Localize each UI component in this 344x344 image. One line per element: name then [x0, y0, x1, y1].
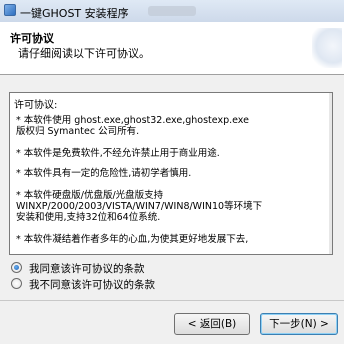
wizard-header: 许可协议 请仔细阅读以下许可协议。 [0, 22, 344, 75]
license-item-1-line-1: * 本软件使用 ghost.exe,ghost32.exe,ghostexp.e… [16, 115, 249, 126]
accept-label[interactable]: 我同意该许可协议的条款 [29, 261, 145, 276]
license-item-2: * 本软件是免费软件,不经允许禁止用于商业用途. [16, 148, 220, 159]
license-item-4-line-1: * 本软件硬盘版/优盘版/光盘版支持 [16, 190, 164, 201]
decline-label[interactable]: 我不同意该许可协议的条款 [29, 277, 155, 292]
next-button[interactable]: 下一步(N) > [260, 313, 338, 335]
header-logo-icon [312, 28, 342, 68]
license-item-3: * 本软件具有一定的危险性,请初学者慎用. [16, 168, 192, 179]
license-item-4-line-2: WINXP/2000/2003/VISTA/WIN7/WIN8/WIN10等环境… [16, 201, 263, 212]
license-heading: 许可协议: [14, 100, 58, 111]
license-item-1-line-2: 版权归 Symantec 公司所有. [16, 126, 140, 137]
radio-checked-icon[interactable] [11, 262, 22, 273]
footer-divider [0, 300, 344, 301]
app-icon [4, 4, 16, 16]
license-item-4-line-3: 安装和使用,支持32位和64位系统. [16, 212, 161, 223]
scroll-edge [329, 93, 332, 254]
back-button[interactable]: < 返回(B) [174, 313, 250, 335]
window-title: 一键GHOST 安装程序 [20, 7, 129, 20]
title-bar: 一键GHOST 安装程序 [0, 0, 344, 22]
license-text-area[interactable]: 许可协议: * 本软件使用 ghost.exe,ghost32.exe,ghos… [9, 92, 333, 255]
radio-unchecked-icon[interactable] [11, 278, 22, 289]
page-title: 许可协议 [10, 32, 54, 45]
blurred-title-extra [148, 6, 196, 16]
license-item-5: * 本软件凝结着作者多年的心血,为使其更好地发展下去, [16, 234, 249, 245]
page-subtitle: 请仔细阅读以下许可协议。 [18, 47, 150, 60]
